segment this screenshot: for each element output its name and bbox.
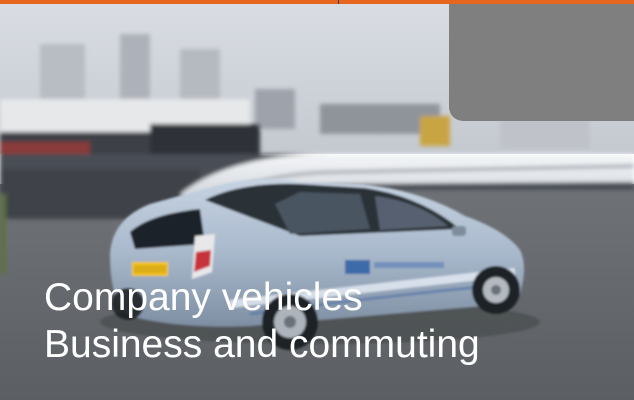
caption-line-2: Business and commuting <box>44 323 480 366</box>
caption: Company vehicles Business and commuting <box>44 274 480 368</box>
caption-line-1: Company vehicles <box>44 276 363 319</box>
slide: Company vehicles Business and commuting <box>0 0 634 400</box>
image-placeholder-box <box>449 4 634 121</box>
